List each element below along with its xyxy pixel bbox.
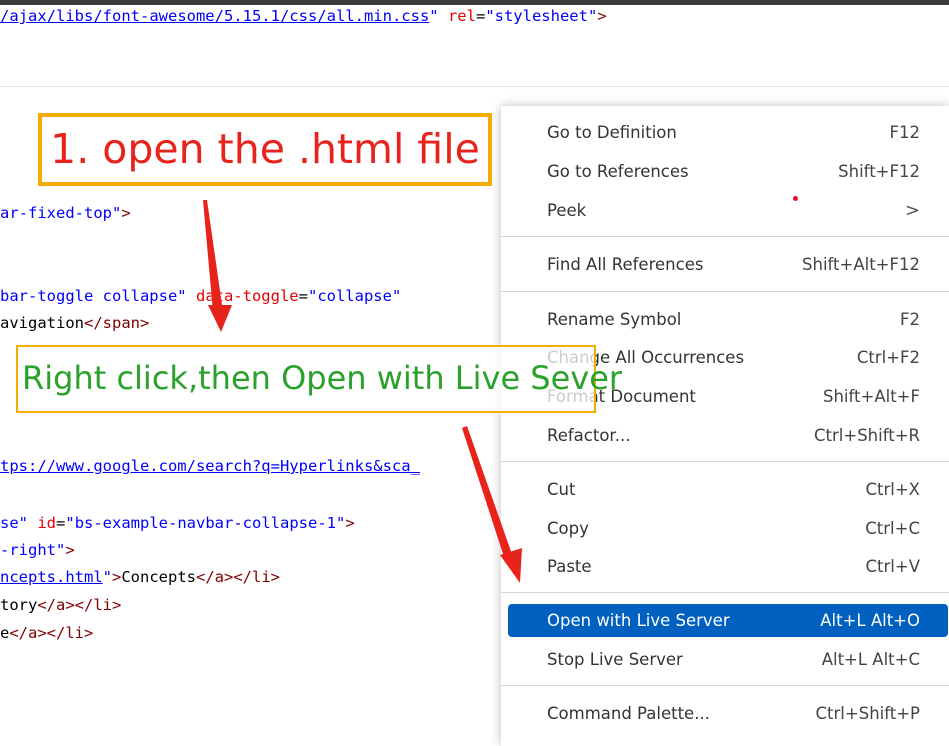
menu-item-label: Find All References bbox=[547, 255, 704, 274]
menu-item-cut[interactable]: Cut Ctrl+X bbox=[508, 473, 948, 506]
menu-item-shortcut: F2 bbox=[900, 310, 920, 329]
menu-item-go-to-definition[interactable]: Go to Definition F12 bbox=[508, 116, 948, 149]
menu-separator bbox=[501, 592, 949, 593]
menu-item-stop-live-server[interactable]: Stop Live Server Alt+L Alt+C bbox=[508, 643, 948, 676]
menu-item-go-to-references[interactable]: Go to References Shift+F12 bbox=[508, 155, 948, 188]
menu-item-label: Rename Symbol bbox=[547, 310, 682, 329]
menu-item-label: Go to Definition bbox=[547, 123, 677, 142]
menu-item-paste[interactable]: Paste Ctrl+V bbox=[508, 550, 948, 583]
annotation-step-2: Right click,then Open with Live Sever bbox=[16, 345, 622, 413]
menu-item-label: Cut bbox=[547, 480, 576, 499]
chevron-right-icon: > bbox=[904, 200, 920, 221]
menu-separator bbox=[501, 461, 949, 462]
menu-item-refactor[interactable]: Refactor... Ctrl+Shift+R bbox=[508, 419, 948, 452]
menu-item-command-palette[interactable]: Command Palette... Ctrl+Shift+P bbox=[508, 697, 948, 730]
code-line-home: e</a></li> bbox=[0, 624, 94, 642]
cursor-dot-marker bbox=[793, 196, 798, 201]
code-line-concepts: ncepts.html">Concepts</a></li> bbox=[0, 568, 280, 586]
editor-title-bar bbox=[0, 0, 949, 5]
menu-item-rename-symbol[interactable]: Rename Symbol F2 bbox=[508, 303, 948, 336]
menu-separator bbox=[501, 291, 949, 292]
menu-item-shortcut: Alt+L Alt+C bbox=[821, 650, 920, 669]
menu-item-shortcut: Ctrl+Shift+P bbox=[815, 704, 920, 723]
code-line-google: tps://www.google.com/search?q=Hyperlinks… bbox=[0, 457, 420, 475]
annotation-step-1: 1. open the .html file bbox=[38, 113, 492, 186]
menu-item-label: Copy bbox=[547, 519, 589, 538]
menu-item-shortcut: Ctrl+X bbox=[865, 480, 921, 499]
code-line-navbar: ar-fixed-top"> bbox=[0, 204, 131, 222]
menu-item-shortcut: Ctrl+C bbox=[865, 519, 920, 538]
context-menu: Go to Definition F12 Go to References Shif… bbox=[501, 106, 949, 746]
menu-item-label: Go to References bbox=[547, 162, 689, 181]
menu-item-peek[interactable]: Peek > bbox=[508, 194, 948, 227]
code-line-toggle: bar-toggle collapse" data-toggle="collap… bbox=[0, 287, 402, 305]
code-line-history: tory</a></li> bbox=[0, 596, 122, 614]
editor-divider bbox=[0, 86, 949, 87]
code-line-navigation: avigation</span> bbox=[0, 314, 150, 332]
menu-item-shortcut: Shift+F12 bbox=[838, 162, 920, 181]
menu-item-shortcut: F12 bbox=[889, 123, 921, 142]
code-line-link: /ajax/libs/font-awesome/5.15.1/css/all.m… bbox=[0, 7, 607, 25]
menu-item-shortcut: Alt+L Alt+O bbox=[820, 611, 920, 630]
pointer-arrow-icon bbox=[203, 200, 232, 332]
menu-item-find-all-references[interactable]: Find All References Shift+Alt+F12 bbox=[508, 248, 948, 281]
menu-item-label: Paste bbox=[547, 557, 592, 576]
menu-item-label: Command Palette... bbox=[547, 704, 710, 723]
code-line-collapse: se" id="bs-example-navbar-collapse-1"> bbox=[0, 514, 355, 532]
menu-item-copy[interactable]: Copy Ctrl+C bbox=[508, 512, 948, 545]
menu-item-label: Refactor... bbox=[547, 426, 631, 445]
menu-item-shortcut: Ctrl+Shift+R bbox=[814, 426, 920, 445]
menu-separator bbox=[501, 685, 949, 686]
menu-item-label: Stop Live Server bbox=[547, 650, 683, 669]
menu-item-shortcut: Shift+Alt+F12 bbox=[802, 255, 920, 274]
menu-item-label: Open with Live Server bbox=[547, 611, 730, 630]
menu-item-shortcut: Shift+Alt+F bbox=[823, 387, 920, 406]
menu-item-open-with-live-server[interactable]: Open with Live Server Alt+L Alt+O bbox=[508, 604, 948, 637]
menu-item-label: Peek bbox=[547, 201, 587, 220]
code-line-right: -right"> bbox=[0, 541, 75, 559]
menu-item-shortcut: Ctrl+V bbox=[865, 557, 920, 576]
menu-separator bbox=[501, 236, 949, 237]
menu-item-shortcut: Ctrl+F2 bbox=[856, 348, 920, 367]
